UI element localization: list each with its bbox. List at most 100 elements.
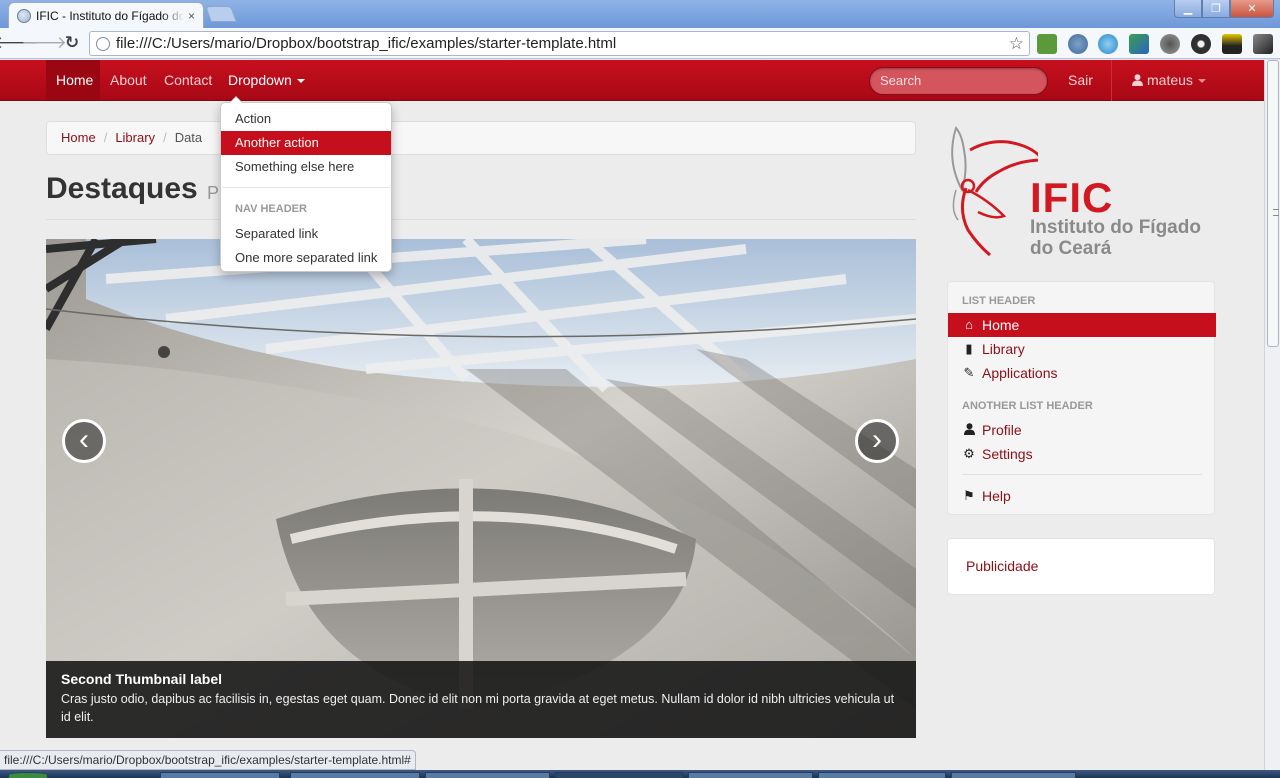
sidebar-item-label: Settings xyxy=(982,446,1033,462)
page-viewport: Home About Contact Dropdown Search Sair … xyxy=(0,60,1264,770)
carousel-caption: Second Thumbnail label Cras justo odio, … xyxy=(46,661,916,738)
taskbar-item[interactable] xyxy=(951,772,1076,778)
user-menu[interactable]: mateus xyxy=(1122,60,1216,100)
page-globe-icon xyxy=(17,8,31,23)
dropdown-nav-header: NAV HEADER xyxy=(235,203,307,215)
flag-icon: ⚑ xyxy=(963,488,975,503)
address-url[interactable]: file:///C:/Users/mario/Dropbox/bootstrap… xyxy=(116,35,1009,52)
browser-tab[interactable]: IFIC - Instituto do Fígado do Ceará × xyxy=(8,2,204,28)
bookmark-star-icon[interactable]: ☆ xyxy=(1009,34,1024,54)
nav-home[interactable]: Home xyxy=(46,60,100,100)
sidebar-item-label: Profile xyxy=(982,422,1022,438)
sidebar-item-label: Home xyxy=(982,317,1020,333)
caret-down-icon xyxy=(296,79,305,84)
new-tab-button[interactable] xyxy=(205,6,237,22)
dropdown-item-something-else[interactable]: Something else here xyxy=(221,155,391,179)
sidebar-item-library[interactable]: ▮ Library xyxy=(948,337,1216,361)
address-bar[interactable]: file:///C:/Users/mario/Dropbox/bootstrap… xyxy=(89,31,1030,56)
cloud-icon[interactable] xyxy=(1068,34,1088,54)
sidebar-item-help[interactable]: ⚑ Help xyxy=(948,484,1216,508)
breadcrumb-home[interactable]: Home xyxy=(61,130,96,145)
bug-icon[interactable] xyxy=(1160,34,1180,54)
ad-box: Publicidade xyxy=(947,538,1215,595)
breadcrumb: Home / Library / Data xyxy=(46,121,916,155)
list-header: LIST HEADER xyxy=(962,295,1036,307)
wrench-icon[interactable] xyxy=(1253,34,1273,54)
minimize-button[interactable]: ▁ xyxy=(1174,0,1202,18)
scrollbar-thumb[interactable] xyxy=(1267,60,1279,347)
book-icon: ▮ xyxy=(965,341,973,356)
close-window-button[interactable]: ✕ xyxy=(1230,0,1274,18)
sidebar-divider xyxy=(962,474,1202,475)
nav-dropdown-label: Dropdown xyxy=(228,72,292,88)
sidebar-item-label: Library xyxy=(982,341,1025,357)
dropdown-item-one-more-separated-link[interactable]: One more separated link xyxy=(221,246,391,270)
sidebar-nav: LIST HEADER ⌂ Home ▮ Library ✎ Applicati… xyxy=(947,281,1216,515)
plug-icon[interactable] xyxy=(1222,34,1242,54)
taskbar-item[interactable] xyxy=(160,772,280,778)
carousel[interactable]: ‹ › Second Thumbnail label Cras justo od… xyxy=(46,239,916,738)
logout-link[interactable]: Sair xyxy=(1058,60,1103,100)
dropdown-item-another-action[interactable]: Another action xyxy=(221,131,391,155)
logo-name-line2: do Ceará xyxy=(1030,238,1112,259)
sidebar-item-applications[interactable]: ✎ Applications xyxy=(948,361,1216,385)
breadcrumb-current: Data xyxy=(174,130,203,145)
home-icon: ⌂ xyxy=(965,317,973,332)
taskbar-item[interactable] xyxy=(818,772,946,778)
swirl-icon[interactable] xyxy=(1098,34,1118,54)
page-title: Destaques xyxy=(46,172,198,205)
taskbar-item[interactable] xyxy=(688,772,813,778)
sidebar-item-label: Applications xyxy=(982,365,1058,381)
page-info-icon[interactable] xyxy=(96,36,110,51)
logo-name-line1: Instituto do Fígado xyxy=(1030,217,1201,238)
user-icon xyxy=(962,418,976,442)
caption-title: Second Thumbnail label xyxy=(61,671,223,687)
another-list-header: ANOTHER LIST HEADER xyxy=(962,400,1093,412)
breadcrumb-library[interactable]: Library xyxy=(115,130,155,145)
butterfly-logo-icon xyxy=(951,125,1038,257)
page-header: Destaques P emana xyxy=(46,168,916,220)
ific-logo[interactable]: IFIC Instituto do Fígado do Ceará xyxy=(948,120,1216,260)
reload-button[interactable]: ↻ xyxy=(61,32,83,54)
dropdown-item-action[interactable]: Action xyxy=(221,107,391,131)
logo-acronym: IFIC xyxy=(1030,174,1114,221)
translate-icon[interactable] xyxy=(1129,34,1149,54)
tab-title: IFIC - Instituto do Fígado do Ceará xyxy=(36,8,184,23)
nav-dropdown[interactable]: Dropdown xyxy=(218,60,315,100)
user-name: mateus xyxy=(1147,72,1193,88)
nav-about[interactable]: About xyxy=(100,60,157,100)
taskbar-item[interactable] xyxy=(425,772,550,778)
forward-button[interactable]: 🡒 xyxy=(21,32,67,54)
maximize-button[interactable]: ❐ xyxy=(1202,0,1230,18)
tab-close-icon[interactable]: × xyxy=(188,9,195,23)
window-titlebar: IFIC - Instituto do Fígado do Ceará × ▁ … xyxy=(0,0,1280,28)
ad-link[interactable]: Publicidade xyxy=(966,558,1038,574)
taskbar-item[interactable] xyxy=(290,772,420,778)
pencil-icon: ✎ xyxy=(963,365,975,380)
start-button[interactable] xyxy=(8,772,48,778)
breadcrumb-separator: / xyxy=(103,130,108,145)
window-controls: ▁ ❐ ✕ xyxy=(1174,0,1274,18)
caption-text: Cras justo odio, dapibus ac facilisis in… xyxy=(61,692,895,724)
breadcrumb-separator: / xyxy=(163,130,167,145)
camera-icon[interactable] xyxy=(1191,34,1211,54)
nav-contact[interactable]: Contact xyxy=(154,60,222,100)
vertical-scrollbar[interactable] xyxy=(1264,60,1280,770)
sidebar-item-profile[interactable]: Profile xyxy=(948,418,1216,442)
user-icon xyxy=(1132,74,1143,86)
taskbar-item[interactable] xyxy=(555,772,683,778)
top-navbar: Home About Contact Dropdown Search Sair … xyxy=(0,60,1264,101)
carousel-next-button[interactable]: › xyxy=(855,419,899,463)
sidebar-item-home[interactable]: ⌂ Home xyxy=(948,313,1216,337)
scrollbar-grip-icon xyxy=(1273,209,1279,216)
dropdown-menu: Action Another action Something else her… xyxy=(220,96,392,272)
carousel-prev-button[interactable]: ‹ xyxy=(62,419,106,463)
status-bar: file:///C:/Users/mario/Dropbox/bootstrap… xyxy=(0,750,416,770)
caret-down-icon xyxy=(1197,79,1206,84)
nav-divider xyxy=(1111,60,1112,101)
sidebar-item-settings[interactable]: ⚙ Settings xyxy=(948,442,1216,466)
search-input[interactable]: Search xyxy=(869,67,1048,95)
dropdown-item-separated-link[interactable]: Separated link xyxy=(221,222,391,246)
browser-toolbar: 🡐 🡒 ↻ file:///C:/Users/mario/Dropbox/boo… xyxy=(0,28,1280,59)
evernote-icon[interactable] xyxy=(1037,34,1057,54)
